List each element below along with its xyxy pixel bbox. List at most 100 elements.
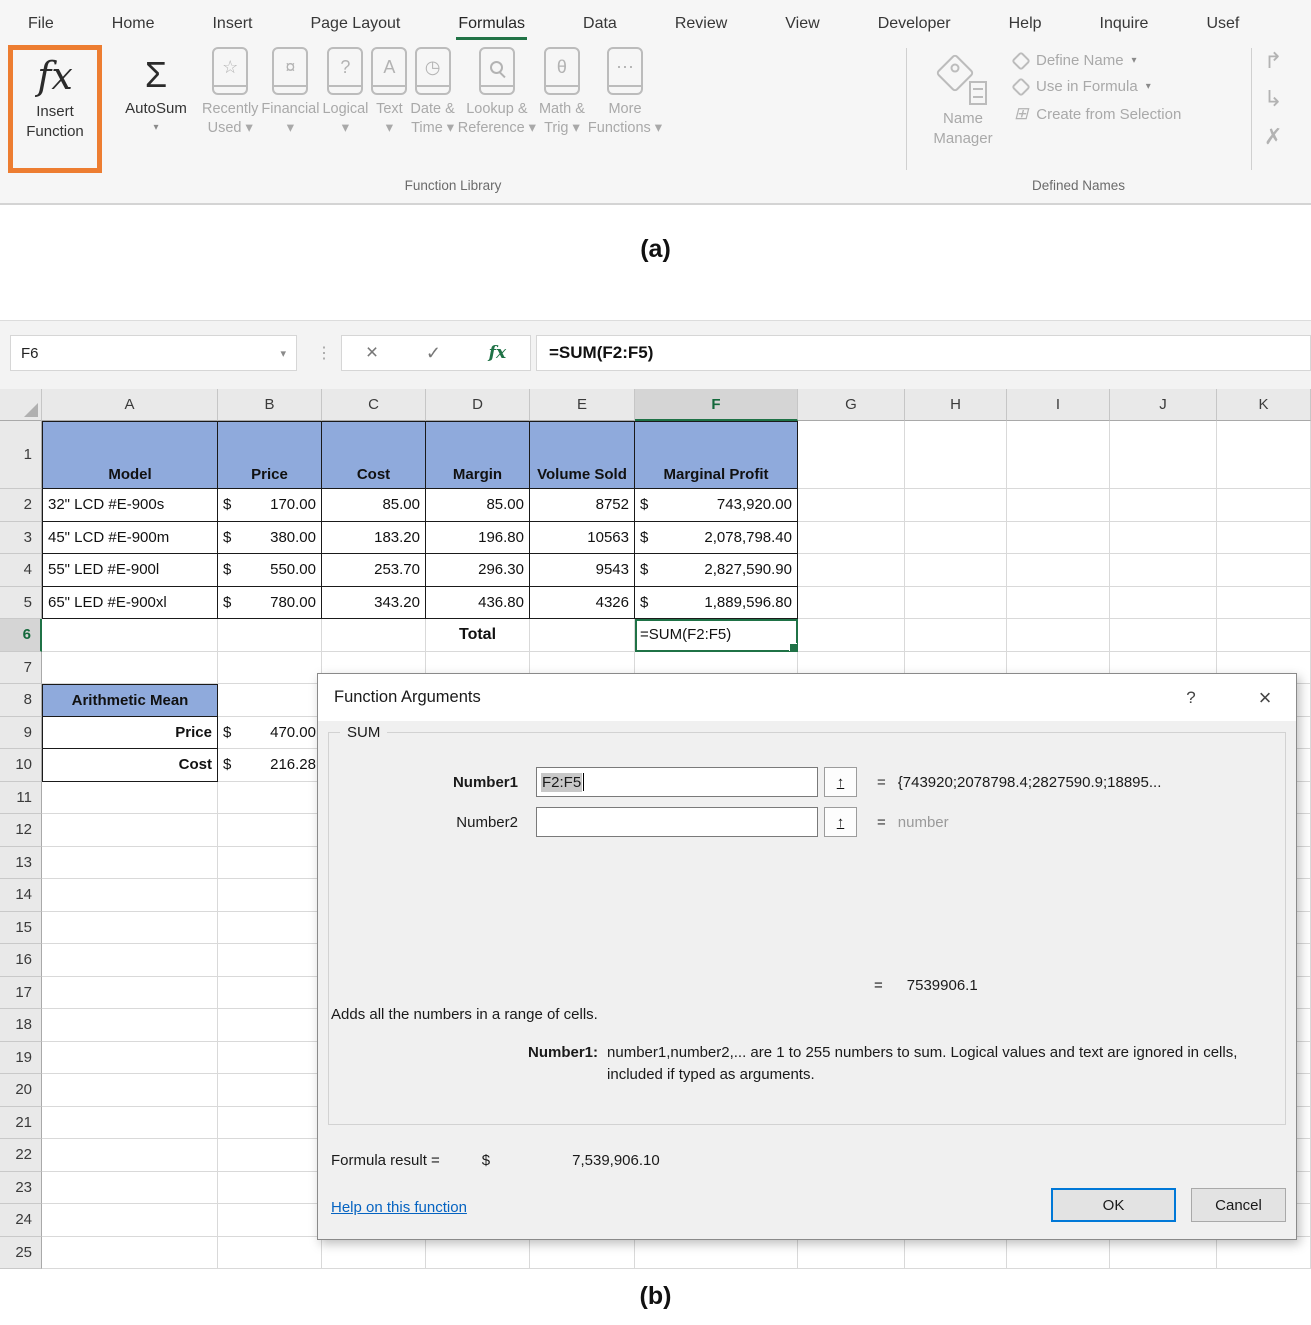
lookup-reference-button[interactable]: Lookup &Reference ▾ bbox=[458, 45, 536, 138]
cell-B19[interactable] bbox=[218, 1042, 322, 1075]
cell-A6[interactable] bbox=[42, 619, 218, 652]
cell-K6[interactable] bbox=[1217, 619, 1311, 652]
cell-B6[interactable] bbox=[218, 619, 322, 652]
cell-A25[interactable] bbox=[42, 1237, 218, 1270]
column-header-H[interactable]: H bbox=[905, 389, 1007, 421]
cell-D5[interactable]: 436.80 bbox=[426, 587, 530, 620]
enter-icon[interactable]: ✓ bbox=[426, 343, 441, 364]
column-header-A[interactable]: A bbox=[42, 389, 218, 421]
cell-B10[interactable]: $216.28 bbox=[218, 749, 322, 782]
cell-B25[interactable] bbox=[218, 1237, 322, 1270]
row-header-16[interactable]: 16 bbox=[0, 944, 42, 977]
column-header-K[interactable]: K bbox=[1217, 389, 1311, 421]
text-button[interactable]: AText▾ bbox=[371, 45, 407, 138]
cell-A7[interactable] bbox=[42, 652, 218, 685]
row-header-6[interactable]: 6 bbox=[0, 619, 42, 652]
row-header-10[interactable]: 10 bbox=[0, 749, 42, 782]
cell-B17[interactable] bbox=[218, 977, 322, 1010]
row-header-21[interactable]: 21 bbox=[0, 1107, 42, 1140]
cell-F2[interactable]: $743,920.00 bbox=[635, 489, 798, 522]
cell-A22[interactable] bbox=[42, 1139, 218, 1172]
row-header-11[interactable]: 11 bbox=[0, 782, 42, 815]
cell-A17[interactable] bbox=[42, 977, 218, 1010]
cell-I6[interactable] bbox=[1007, 619, 1110, 652]
row-header-24[interactable]: 24 bbox=[0, 1204, 42, 1237]
cell-A13[interactable] bbox=[42, 847, 218, 880]
cell-E4[interactable]: 9543 bbox=[530, 554, 635, 587]
cell-I5[interactable] bbox=[1007, 587, 1110, 620]
cell-H3[interactable] bbox=[905, 522, 1007, 555]
cell-B3[interactable]: $380.00 bbox=[218, 522, 322, 555]
cell-C1[interactable]: Cost bbox=[322, 421, 426, 489]
cell-I2[interactable] bbox=[1007, 489, 1110, 522]
cell-A10[interactable]: Cost bbox=[42, 749, 218, 782]
cell-H25[interactable] bbox=[905, 1237, 1007, 1270]
cell-J3[interactable] bbox=[1110, 522, 1217, 555]
cell-A19[interactable] bbox=[42, 1042, 218, 1075]
cell-I25[interactable] bbox=[1007, 1237, 1110, 1270]
name-box[interactable]: F6 ▾ bbox=[10, 335, 297, 371]
cell-F6[interactable]: =SUM(F2:F5) bbox=[635, 619, 798, 652]
cell-I4[interactable] bbox=[1007, 554, 1110, 587]
cell-B14[interactable] bbox=[218, 879, 322, 912]
collapse-dialog-button[interactable]: ↑ bbox=[824, 767, 857, 797]
column-header-E[interactable]: E bbox=[530, 389, 635, 421]
column-header-D[interactable]: D bbox=[426, 389, 530, 421]
cell-K4[interactable] bbox=[1217, 554, 1311, 587]
tab-help[interactable]: Help bbox=[1007, 9, 1044, 40]
row-header-15[interactable]: 15 bbox=[0, 912, 42, 945]
chevron-down-icon[interactable]: ▾ bbox=[280, 347, 286, 360]
formula-input[interactable]: =SUM(F2:F5) bbox=[536, 335, 1311, 371]
cell-K5[interactable] bbox=[1217, 587, 1311, 620]
cell-B1[interactable]: Price bbox=[218, 421, 322, 489]
cell-B24[interactable] bbox=[218, 1204, 322, 1237]
cell-D6[interactable]: Total bbox=[426, 619, 530, 652]
row-header-5[interactable]: 5 bbox=[0, 587, 42, 620]
number2-input[interactable] bbox=[536, 807, 818, 837]
cancel-button[interactable]: Cancel bbox=[1191, 1188, 1286, 1222]
cell-H1[interactable] bbox=[905, 421, 1007, 489]
cell-G1[interactable] bbox=[798, 421, 905, 489]
cell-G6[interactable] bbox=[798, 619, 905, 652]
row-header-14[interactable]: 14 bbox=[0, 879, 42, 912]
cell-E1[interactable]: Volume Sold bbox=[530, 421, 635, 489]
cell-B22[interactable] bbox=[218, 1139, 322, 1172]
help-on-function-link[interactable]: Help on this function bbox=[331, 1199, 467, 1216]
logical-button[interactable]: ?Logical▾ bbox=[322, 45, 368, 138]
cell-E3[interactable]: 10563 bbox=[530, 522, 635, 555]
row-header-8[interactable]: 8 bbox=[0, 684, 42, 717]
cell-G4[interactable] bbox=[798, 554, 905, 587]
cell-B13[interactable] bbox=[218, 847, 322, 880]
math-trig-button[interactable]: θMath &Trig ▾ bbox=[539, 45, 585, 138]
cell-H6[interactable] bbox=[905, 619, 1007, 652]
cell-A18[interactable] bbox=[42, 1009, 218, 1042]
cell-A8[interactable]: Arithmetic Mean bbox=[42, 684, 218, 717]
dialog-help-button[interactable]: ? bbox=[1176, 688, 1206, 708]
cell-D1[interactable]: Margin bbox=[426, 421, 530, 489]
column-header-C[interactable]: C bbox=[322, 389, 426, 421]
cell-H5[interactable] bbox=[905, 587, 1007, 620]
trace-precedents-icon[interactable]: ↱ bbox=[1264, 50, 1282, 72]
collapse-dialog-button[interactable]: ↑ bbox=[824, 807, 857, 837]
row-header-13[interactable]: 13 bbox=[0, 847, 42, 880]
cell-I1[interactable] bbox=[1007, 421, 1110, 489]
row-header-18[interactable]: 18 bbox=[0, 1009, 42, 1042]
cell-G3[interactable] bbox=[798, 522, 905, 555]
tab-formulas[interactable]: Formulas bbox=[456, 9, 527, 40]
row-header-1[interactable]: 1 bbox=[0, 421, 42, 489]
cell-K3[interactable] bbox=[1217, 522, 1311, 555]
use-in-formula-button[interactable]: Use in Formula▾ bbox=[1014, 78, 1181, 95]
date-time-button[interactable]: ◷Date &Time ▾ bbox=[410, 45, 454, 138]
trace-dependents-icon[interactable]: ↳ bbox=[1264, 88, 1282, 110]
column-header-G[interactable]: G bbox=[798, 389, 905, 421]
cell-C6[interactable] bbox=[322, 619, 426, 652]
cell-A5[interactable]: 65" LED #E-900xl bbox=[42, 587, 218, 620]
tab-view[interactable]: View bbox=[783, 9, 821, 40]
cell-B18[interactable] bbox=[218, 1009, 322, 1042]
ok-button[interactable]: OK bbox=[1051, 1188, 1176, 1222]
cell-C2[interactable]: 85.00 bbox=[322, 489, 426, 522]
row-header-12[interactable]: 12 bbox=[0, 814, 42, 847]
cell-J4[interactable] bbox=[1110, 554, 1217, 587]
cell-B9[interactable]: $470.00 bbox=[218, 717, 322, 750]
cell-A15[interactable] bbox=[42, 912, 218, 945]
